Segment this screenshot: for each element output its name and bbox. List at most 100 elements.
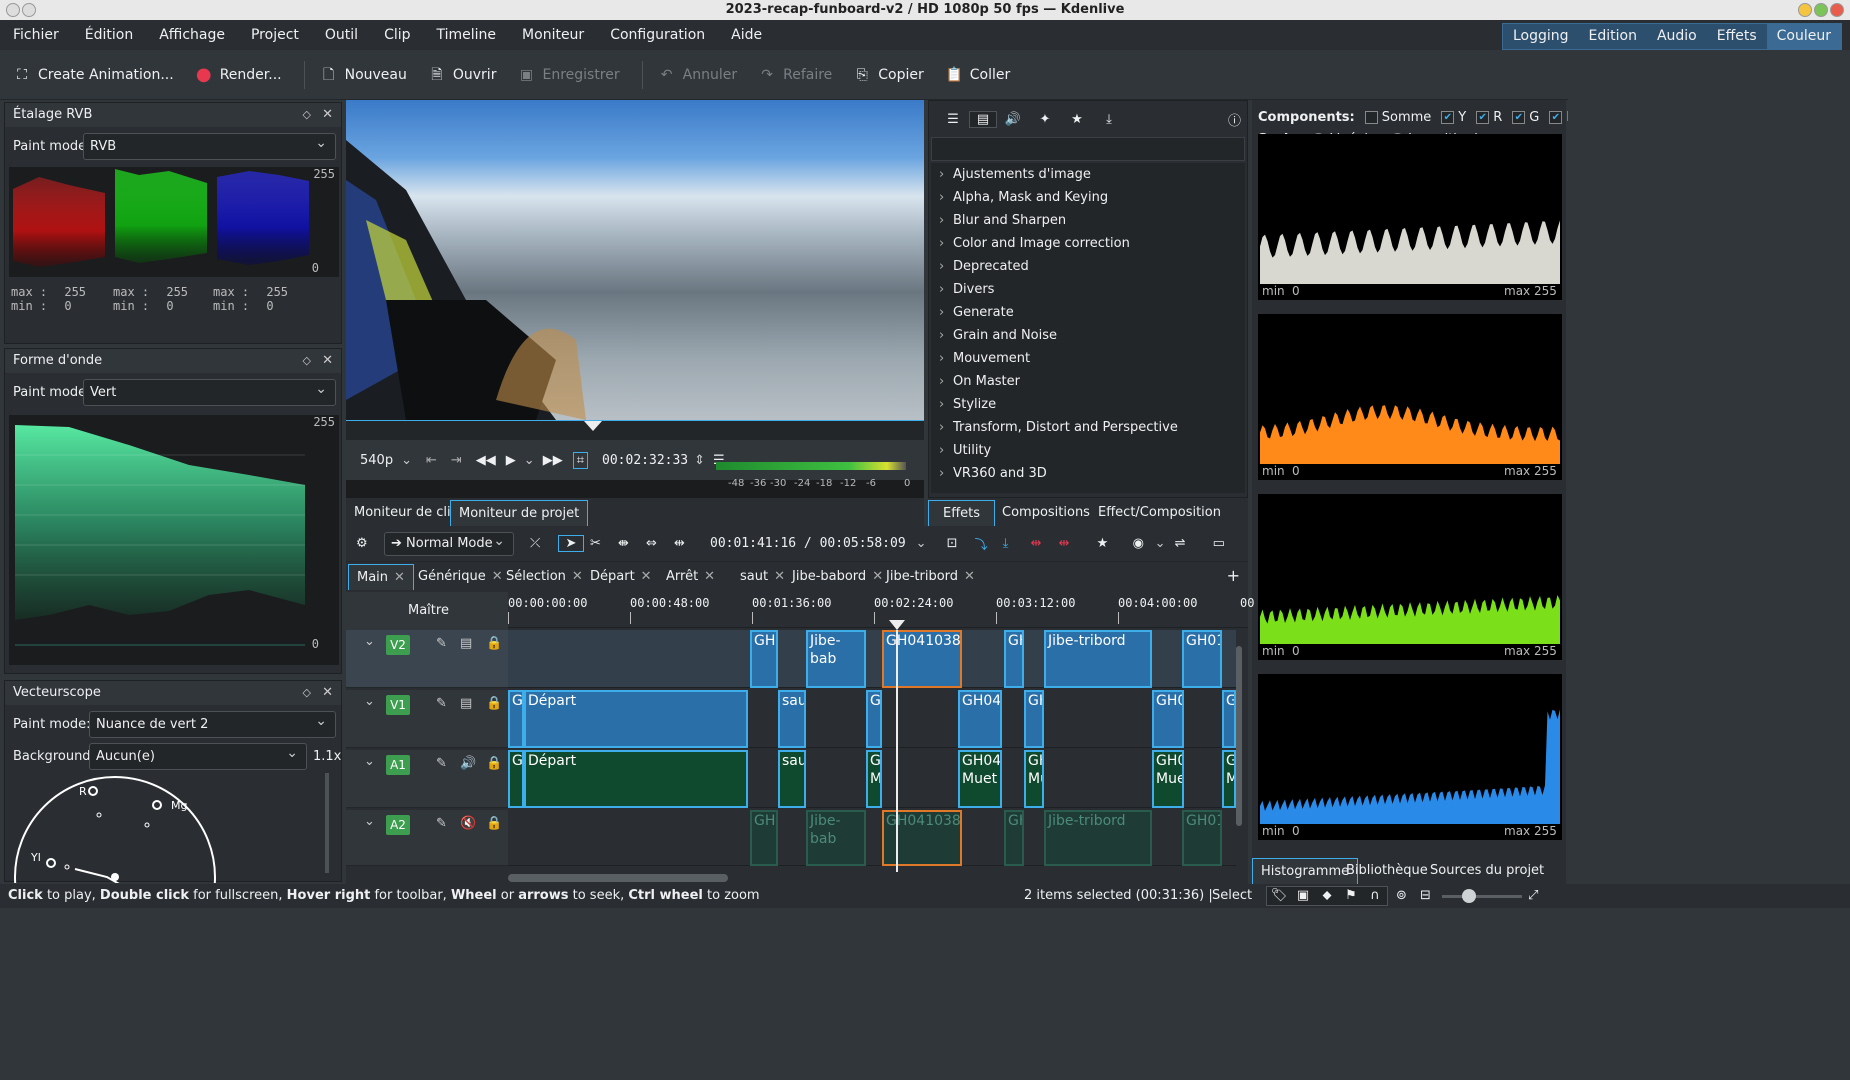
- timeline-clip[interactable]: sau: [778, 750, 806, 808]
- timeline-horizontal-scrollbar[interactable]: [508, 874, 728, 882]
- timeline-clip[interactable]: Jibe-tribord: [1044, 810, 1152, 866]
- timeline-clip[interactable]: GH01: [1182, 810, 1222, 866]
- playhead-icon[interactable]: [584, 421, 602, 431]
- project-monitor[interactable]: 540p ⌄ ⇤ ⇥ ◀◀ ▶ ⌄ ▶▶ ⌗ 00:02:32:33 ⇕ ☰ -…: [346, 100, 924, 498]
- layout-tab[interactable]: Effets: [1707, 24, 1767, 49]
- timeline-clip[interactable]: GH0 Mue: [1152, 750, 1184, 808]
- timeline-clip[interactable]: sau: [778, 690, 806, 748]
- menu-item[interactable]: Project: [238, 27, 312, 43]
- timeline-clip[interactable]: GlM: [866, 750, 882, 808]
- mute-audio-icon[interactable]: 🔊: [460, 756, 476, 771]
- set-in-point-icon[interactable]: ⇤: [426, 453, 437, 468]
- custom-effects-icon[interactable]: ✦: [1029, 112, 1061, 127]
- hide-video-icon[interactable]: ▤: [460, 696, 472, 711]
- rewind-icon[interactable]: ◀◀: [476, 453, 496, 468]
- timeline-ruler[interactable]: 00:00:00:00 00:00:48:00 00:01:36:00 00:02:2…: [508, 592, 1254, 628]
- timeline-clip[interactable]: GH01: [1182, 630, 1222, 688]
- menu-item[interactable]: Aide: [718, 27, 775, 43]
- effect-category[interactable]: Divers: [931, 278, 1245, 301]
- timeline-clip[interactable]: GHMu: [1024, 750, 1044, 808]
- close-dock-icon[interactable]: ✕: [322, 103, 333, 127]
- menu-item[interactable]: Affichage: [146, 27, 238, 43]
- spin-arrows-icon[interactable]: ⇕: [694, 453, 705, 468]
- track-header[interactable]: ⌄ V1 ✎ ▤ 🔒: [346, 690, 508, 748]
- timeline-clip[interactable]: G: [1222, 690, 1236, 748]
- timeline-clip[interactable]: GH041038.: [882, 630, 962, 688]
- slip-tool-icon[interactable]: ⇔: [646, 536, 674, 551]
- sequence-tab[interactable]: Arrêt ✕: [658, 564, 723, 590]
- window-shade-button[interactable]: [22, 3, 36, 17]
- lock-track-icon[interactable]: 🔒: [486, 636, 502, 651]
- effect-category[interactable]: Color and Image correction: [931, 232, 1245, 255]
- menu-item[interactable]: Configuration: [597, 27, 718, 43]
- subtitle-icon[interactable]: ▭: [1213, 536, 1241, 551]
- component-checkbox[interactable]: ✔: [1476, 111, 1490, 124]
- download-icon[interactable]: ⤓: [1093, 112, 1125, 127]
- window-menu-button[interactable]: [6, 3, 20, 17]
- track-effects-icon[interactable]: ✎: [436, 816, 447, 831]
- snap-magnet-icon[interactable]: ∩: [1363, 887, 1387, 905]
- favorite-star-icon[interactable]: ★: [1061, 112, 1093, 127]
- close-window-button[interactable]: [1830, 3, 1844, 17]
- effect-category[interactable]: Utility: [931, 439, 1245, 462]
- timeline-clip[interactable]: Jibe-bab: [806, 810, 866, 866]
- minimize-button[interactable]: [1798, 3, 1812, 17]
- favorite-star-icon[interactable]: ★: [1097, 536, 1125, 551]
- float-dock-icon[interactable]: ◇: [303, 349, 311, 373]
- track-header[interactable]: ⌄ V2 ✎ ▤ 🔒: [346, 630, 508, 688]
- close-tab-icon[interactable]: ✕: [964, 569, 975, 584]
- overwrite-clip-icon[interactable]: ⤓: [1003, 536, 1031, 551]
- effects-tab[interactable]: Compositions: [994, 500, 1098, 526]
- info-icon[interactable]: ⓘ: [1228, 110, 1241, 129]
- sequence-tab[interactable]: Jibe-babord ✕: [784, 564, 891, 590]
- monitor-tab[interactable]: Moniteur de projet: [450, 500, 589, 526]
- timeline-clip[interactable]: GH0: [750, 630, 778, 688]
- effect-category[interactable]: Transform, Distort and Perspective: [931, 416, 1245, 439]
- menu-item[interactable]: Moniteur: [509, 27, 597, 43]
- menu-item[interactable]: Clip: [371, 27, 423, 43]
- timeline-clip[interactable]: Jibe-bab: [806, 630, 866, 688]
- monitor-ruler[interactable]: [346, 420, 924, 440]
- component-checkbox[interactable]: ✔: [1549, 111, 1563, 124]
- collapse-track-icon[interactable]: ⌄: [364, 814, 375, 829]
- component-checkbox[interactable]: [1364, 111, 1378, 124]
- timeline-clip[interactable]: GH041038.: [882, 810, 962, 866]
- timeline-clip[interactable]: GH: [1004, 630, 1024, 688]
- chevron-down-icon[interactable]: ⌄: [916, 536, 927, 551]
- timeline-clip[interactable]: G: [866, 690, 882, 748]
- effect-category[interactable]: Grain and Noise: [931, 324, 1245, 347]
- timeline-vertical-scrollbar[interactable]: [1236, 646, 1242, 826]
- render-button[interactable]: ● Render...: [196, 65, 282, 83]
- timeline-clip[interactable]: GH: [1024, 690, 1044, 748]
- undo-button[interactable]: ↶ Annuler: [659, 67, 737, 83]
- razor-tool-icon[interactable]: ✂: [590, 536, 618, 551]
- spacer-tool-icon[interactable]: ⤫: [530, 536, 558, 551]
- fast-forward-icon[interactable]: ▶▶: [543, 453, 563, 468]
- chevron-down-icon[interactable]: ⌄: [401, 453, 412, 468]
- timeline-clip[interactable]: G: [508, 690, 524, 748]
- effect-category[interactable]: Generate: [931, 301, 1245, 324]
- monitor-tab[interactable]: Moniteur de clip: [346, 500, 467, 526]
- new-project-button[interactable]: 🗋 Nouveau: [321, 67, 407, 83]
- select-tool-icon[interactable]: ➤: [558, 535, 584, 552]
- zoom-slider[interactable]: [325, 773, 329, 873]
- play-icon[interactable]: ▶: [506, 453, 516, 468]
- audio-effects-icon[interactable]: 🔊: [997, 112, 1029, 127]
- ripple-tool-icon[interactable]: ⇼: [618, 536, 646, 551]
- menu-item[interactable]: Fichier: [0, 27, 72, 43]
- insert-tool-icon[interactable]: ⇹: [674, 536, 702, 551]
- timeline-clip[interactable]: GH0: [750, 810, 778, 866]
- close-dock-icon[interactable]: ✕: [322, 681, 333, 705]
- histogram-tab[interactable]: Sources du projet: [1422, 858, 1552, 884]
- timeline-clip[interactable]: GM: [1222, 750, 1236, 808]
- menu-item[interactable]: Timeline: [424, 27, 510, 43]
- lock-track-icon[interactable]: 🔒: [486, 696, 502, 711]
- zoom-out-icon[interactable]: ⊟: [1420, 884, 1431, 908]
- sequence-tab[interactable]: Générique ✕: [410, 564, 511, 590]
- chevron-down-icon[interactable]: ⌄: [524, 453, 535, 468]
- track-effects-icon[interactable]: ✎: [436, 636, 447, 651]
- effects-search-input[interactable]: [931, 137, 1245, 161]
- open-project-button[interactable]: 🗎 Ouvrir: [429, 67, 496, 83]
- track-header[interactable]: ⌄ A1 ✎ 🔊 🔒: [346, 750, 508, 808]
- zone-icon[interactable]: ⊡: [947, 536, 975, 551]
